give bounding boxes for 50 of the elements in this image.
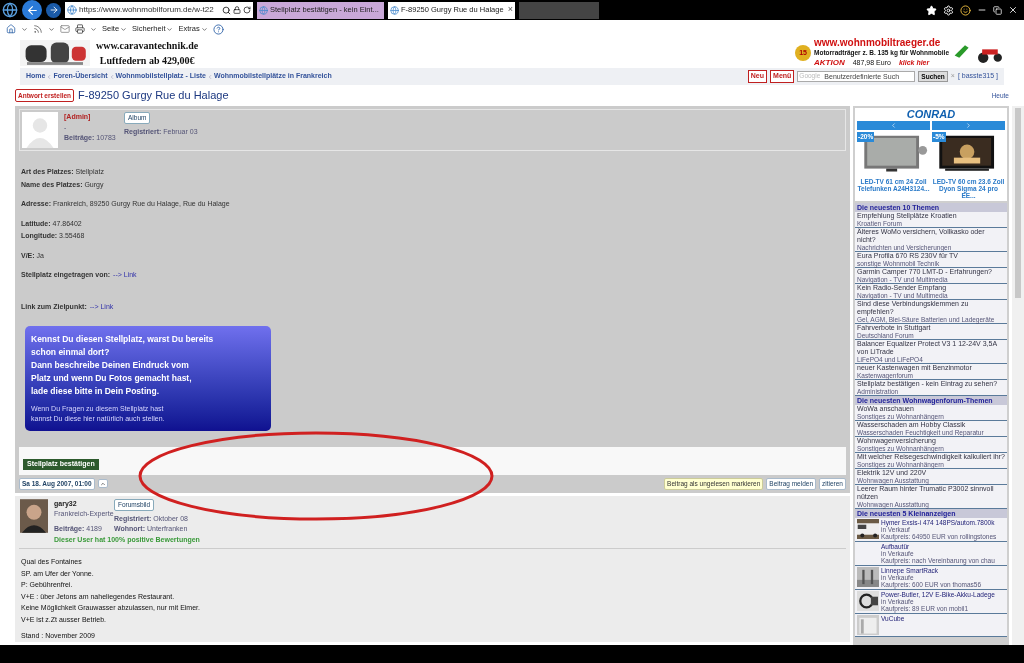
topic-title: F-89250 Gurgy Rue du Halage	[78, 88, 229, 104]
site-icon	[390, 5, 399, 15]
help-icon[interactable]	[212, 23, 224, 35]
printer-icon[interactable]	[75, 24, 85, 34]
notice-text: Kennst Du diesen Stellplatz, warst Du bereits	[31, 333, 215, 346]
smiley-icon[interactable]	[960, 4, 971, 16]
close-icon[interactable]	[1008, 5, 1018, 15]
forward-button[interactable]	[46, 2, 61, 18]
caret-icon	[166, 25, 174, 33]
scrollbar[interactable]	[1012, 106, 1024, 645]
notice-text: Dann beschreibe Deinen Eindruck vom	[31, 359, 190, 372]
address-bar[interactable]: https://www.wohnmobilforum.de/w-t22	[65, 2, 253, 18]
browser-logo-icon[interactable]	[2, 2, 18, 18]
scroll-up-button[interactable]	[97, 479, 108, 489]
notice-text: Platz und wenn Du Fotos gemacht hast,	[31, 372, 193, 385]
restore-icon[interactable]	[993, 5, 1002, 15]
avatar-placeholder	[22, 112, 58, 148]
mail-icon[interactable]	[60, 24, 70, 34]
refresh-icon[interactable]	[243, 6, 251, 14]
caret-icon[interactable]	[21, 25, 28, 33]
user-avatar	[20, 498, 48, 533]
caret-icon	[120, 25, 128, 33]
search-icon[interactable]	[222, 5, 231, 15]
back-button[interactable]	[22, 0, 42, 20]
site-icon	[259, 5, 268, 15]
favorites-icon[interactable]	[926, 4, 937, 16]
ad-label: AKTION	[814, 57, 845, 70]
new-tab-button[interactable]	[519, 1, 599, 19]
ad-logo: CONRAD	[906, 108, 956, 121]
feed-icon[interactable]	[33, 24, 43, 34]
ad-text[interactable]: Luftfedern ab 429,00€	[99, 53, 195, 68]
up-icon	[99, 480, 106, 487]
notice-text: lade diese bitte in Dein Posting.	[31, 385, 160, 398]
notice-text: schon einmal dort?	[31, 346, 111, 359]
caret-icon	[200, 25, 208, 33]
separator-icon	[46, 73, 53, 80]
address-text: https://www.wohnmobilforum.de/w-t22	[79, 4, 214, 16]
forward-arrow-icon	[48, 5, 59, 15]
site-icon	[67, 5, 77, 15]
caret-icon[interactable]	[48, 25, 55, 33]
lock-icon	[233, 6, 241, 14]
separator-icon	[108, 73, 115, 80]
back-arrow-icon	[25, 3, 39, 17]
settings-icon[interactable]	[943, 4, 954, 16]
ad-link[interactable]: www.wohnmobiltraeger.de	[814, 36, 949, 48]
separator-icon	[207, 73, 213, 80]
ad-text[interactable]: www.caravantechnik.de	[96, 38, 199, 53]
close-tab-button[interactable]: ×	[507, 3, 513, 17]
caret-icon[interactable]	[90, 25, 97, 33]
home-icon[interactable]	[6, 24, 16, 34]
